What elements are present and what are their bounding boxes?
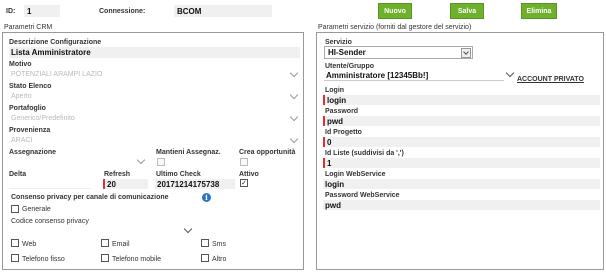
new-button[interactable]: Nuovo bbox=[378, 3, 412, 19]
service-value: HI-Sender bbox=[328, 48, 366, 57]
password-ws-value: pwd bbox=[325, 201, 341, 210]
password-ws-field[interactable]: pwd bbox=[323, 200, 600, 210]
assignment-select[interactable] bbox=[9, 155, 149, 167]
refresh-value: 20 bbox=[107, 180, 116, 189]
login-field[interactable]: login bbox=[323, 95, 600, 105]
connection-field[interactable]: BCOM bbox=[174, 5, 272, 17]
password-value: pwd bbox=[327, 117, 343, 126]
dropdown-button[interactable] bbox=[461, 48, 471, 58]
list-id-field[interactable]: 1 bbox=[323, 158, 600, 168]
service-select[interactable]: HI-Sender bbox=[324, 46, 473, 59]
login-label: Login bbox=[325, 87, 345, 94]
service-panel-title: Parametri servizio (forniti dal gestore … bbox=[318, 24, 472, 31]
channel-landline-label: Telefono fisso bbox=[22, 256, 65, 263]
id-field[interactable]: 1 bbox=[24, 5, 60, 17]
channel-landline-checkbox[interactable] bbox=[11, 254, 19, 262]
login-value: login bbox=[327, 96, 347, 105]
password-label: Password bbox=[325, 108, 359, 115]
user-group-label: Utente/Gruppo bbox=[325, 63, 374, 70]
info-icon[interactable]: i bbox=[202, 193, 211, 202]
privacy-title: Consenso privacy per canale di comunicaz… bbox=[11, 194, 169, 201]
chevron-down-icon bbox=[289, 90, 299, 100]
keep-assignment-label: Mantieni Assegnaz. bbox=[156, 149, 221, 156]
list-status-label: Stato Elenco bbox=[9, 83, 52, 90]
general-checkbox[interactable] bbox=[11, 205, 19, 213]
active-checkbox[interactable]: ✓ bbox=[240, 179, 248, 187]
channel-other-checkbox[interactable] bbox=[201, 254, 209, 262]
create-opportunity-checkbox[interactable] bbox=[240, 158, 248, 166]
delete-button[interactable]: Elimina bbox=[521, 3, 557, 19]
create-opportunity-label: Crea opportunità bbox=[239, 149, 296, 156]
origin-label: Provenienza bbox=[9, 127, 51, 134]
user-group-select[interactable]: Amministratore [12345Bb!] bbox=[324, 68, 515, 81]
general-label: Generale bbox=[22, 206, 51, 213]
last-check-field: 20171214175738 bbox=[155, 179, 235, 189]
origin-value: ARACI bbox=[11, 137, 33, 144]
project-id-label: Id Progetto bbox=[325, 129, 362, 136]
channel-email-checkbox[interactable] bbox=[101, 239, 109, 247]
chevron-down-icon bbox=[289, 68, 299, 78]
channel-web-label: Web bbox=[22, 241, 37, 248]
login-ws-label: Login WebService bbox=[325, 171, 386, 178]
id-label: ID: bbox=[6, 8, 16, 15]
keep-assignment-checkbox[interactable] bbox=[157, 158, 165, 166]
connection-value: BCOM bbox=[177, 7, 202, 16]
last-check-value: 20171214175738 bbox=[157, 180, 220, 189]
user-group-value: Amministratore [12345Bb!] bbox=[326, 71, 429, 80]
list-status-value: Aperto bbox=[11, 93, 32, 100]
list-id-value: 1 bbox=[327, 159, 332, 168]
channel-sms-checkbox[interactable] bbox=[201, 239, 209, 247]
description-value: Lista Amministratore bbox=[11, 48, 91, 57]
reason-select[interactable]: POTENZIALI ARAMPI LAZIO bbox=[9, 68, 300, 80]
save-button[interactable]: Salva bbox=[450, 3, 484, 19]
private-account-link[interactable]: ACCOUNT PRIVATO bbox=[517, 76, 584, 83]
reason-label: Motivo bbox=[9, 61, 32, 68]
chevron-down-icon bbox=[136, 155, 146, 165]
origin-select[interactable]: ARACI bbox=[9, 134, 300, 146]
service-label: Servizio bbox=[325, 39, 352, 46]
crm-panel-title: Parametri CRM bbox=[4, 24, 53, 31]
refresh-field[interactable]: 20 bbox=[103, 179, 148, 189]
list-status-select[interactable]: Aperto bbox=[9, 90, 300, 102]
reason-value: POTENZIALI ARAMPI LAZIO bbox=[11, 71, 103, 78]
login-ws-field[interactable]: login bbox=[323, 179, 600, 189]
connection-label: Connessione: bbox=[99, 8, 146, 15]
portfolio-value: Generico/Predefinito bbox=[11, 115, 75, 122]
refresh-label: Refresh bbox=[104, 171, 131, 178]
delta-label: Delta bbox=[9, 171, 27, 178]
password-field[interactable]: pwd bbox=[323, 116, 600, 126]
id-value: 1 bbox=[27, 7, 32, 16]
privacy-code-label: Codice consenso privacy bbox=[11, 218, 89, 225]
chevron-down-icon bbox=[289, 112, 299, 122]
portfolio-label: Portafoglio bbox=[9, 105, 46, 112]
description-field[interactable]: Lista Amministratore bbox=[9, 47, 300, 58]
channel-web-checkbox[interactable] bbox=[11, 239, 19, 247]
chevron-down-icon bbox=[183, 224, 193, 234]
privacy-code-select[interactable] bbox=[11, 224, 194, 236]
channel-sms-label: Sms bbox=[212, 241, 226, 248]
delta-field[interactable] bbox=[9, 179, 91, 189]
password-ws-label: Password WebService bbox=[325, 192, 400, 199]
channel-mobile-label: Telefono mobile bbox=[112, 256, 162, 263]
channel-other-label: Altro bbox=[212, 256, 227, 263]
chevron-down-icon bbox=[463, 49, 469, 55]
last-check-label: Ultimo Check bbox=[156, 171, 201, 178]
list-id-label: Id Liste (suddivisi da ',') bbox=[325, 150, 404, 157]
assignment-label: Assegnazione bbox=[9, 149, 57, 156]
project-id-value: 0 bbox=[327, 138, 332, 147]
login-ws-value: login bbox=[325, 180, 345, 189]
active-label: Attivo bbox=[239, 171, 259, 178]
channel-email-label: Email bbox=[112, 241, 130, 248]
portfolio-select[interactable]: Generico/Predefinito bbox=[9, 112, 300, 124]
description-label: Descrizione Configurazione bbox=[9, 39, 102, 46]
project-id-field[interactable]: 0 bbox=[323, 137, 600, 147]
chevron-down-icon bbox=[289, 134, 299, 144]
channel-mobile-checkbox[interactable] bbox=[101, 254, 109, 262]
